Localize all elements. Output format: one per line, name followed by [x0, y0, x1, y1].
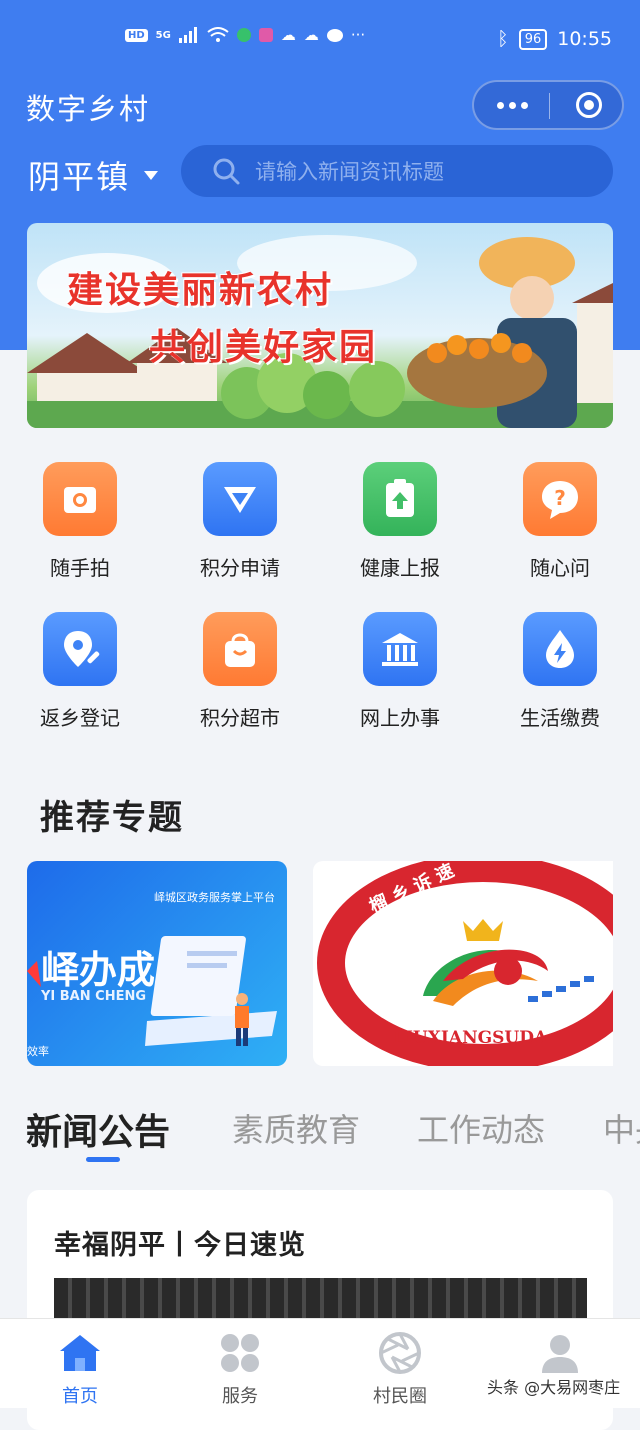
topic-subtitle: 峄城区政务服务掌上平台: [154, 891, 275, 904]
nav-label: 首页: [62, 1386, 98, 1407]
status-bar: HD 5G ☁ ☁ ··· ᛒ 96 10:55: [0, 0, 640, 80]
banner-slogan-1: 建设美丽新农村: [67, 269, 334, 311]
nav-home[interactable]: 首页: [0, 1331, 160, 1408]
question-bubble-icon: ?: [523, 462, 597, 536]
mini-program-capsule: [472, 80, 624, 130]
section-title: 推荐专题: [40, 798, 184, 838]
camera-icon: [43, 462, 117, 536]
service-item-snapshot[interactable]: 随手拍: [0, 462, 160, 581]
promo-banner[interactable]: 建设美丽新农村 共创美好家园: [27, 223, 613, 428]
svg-text:?: ?: [554, 486, 566, 510]
news-tabs: 新闻公告 素质教育 工作动态 中央: [26, 1105, 640, 1165]
hd-badge: HD: [125, 28, 148, 42]
aperture-icon: [379, 1332, 421, 1374]
home-icon: [60, 1335, 100, 1371]
cloud-icon: ☁: [280, 26, 296, 44]
chat-bubble-icon: [326, 28, 343, 42]
service-item-label: 积分超市: [200, 706, 280, 730]
service-item-label: 健康上报: [360, 556, 440, 580]
tab-news-announcements[interactable]: 新闻公告: [26, 1103, 170, 1155]
app-notification-icon: [236, 28, 251, 42]
close-target-icon[interactable]: [576, 92, 602, 118]
service-item-label: 返乡登记: [40, 706, 120, 730]
grid-services-icon: [221, 1334, 259, 1372]
more-notifications-icon: ···: [350, 26, 366, 44]
diamond-icon: [203, 462, 277, 536]
service-item-label: 随心问: [530, 556, 590, 580]
more-options-icon[interactable]: [494, 92, 530, 118]
wifi-icon: [207, 27, 229, 42]
bluetooth-icon: ᛒ: [497, 28, 509, 50]
service-item-online-service[interactable]: 网上办事: [320, 612, 480, 731]
service-item-points-mall[interactable]: 积分超市: [160, 612, 320, 731]
topic-english-title: YI BAN CHENG: [41, 989, 147, 1004]
search-bar[interactable]: 请输入新闻资讯标题: [181, 145, 613, 197]
service-item-utility-payment[interactable]: 生活缴费: [480, 612, 640, 731]
app-title: 数字乡村: [26, 92, 151, 126]
town-label: 阴平镇: [28, 158, 131, 196]
service-item-return-register[interactable]: 返乡登记: [0, 612, 160, 731]
cloud-icon: ☁: [303, 26, 319, 44]
shopping-bag-icon: [203, 612, 277, 686]
logo-text-bottom: LIUXIANGSUDA: [393, 1028, 548, 1048]
service-item-label: 生活缴费: [520, 706, 600, 730]
active-tab-indicator: [86, 1157, 120, 1162]
topic-footer-text: 效率: [27, 1045, 49, 1058]
clipboard-upload-icon: [363, 462, 437, 536]
nav-label: 服务: [222, 1386, 258, 1407]
liuxiangsuda-logo: 榴 乡 诉 速 LIUXIANGSUDA: [317, 861, 613, 1066]
service-item-points-apply[interactable]: 积分申请: [160, 462, 320, 581]
location-edit-icon: [43, 612, 117, 686]
news-title: 幸福阴平丨今日速览: [54, 1230, 306, 1261]
service-item-label: 随手拍: [50, 556, 110, 580]
network-badge: 5G: [155, 29, 171, 41]
banner-slogan-2: 共创美好家园: [149, 326, 378, 368]
clock: 10:55: [557, 28, 612, 50]
signal-icon: [178, 27, 197, 43]
service-item-label: 积分申请: [200, 556, 280, 580]
search-placeholder: 请输入新闻资讯标题: [255, 160, 444, 184]
service-item-ask[interactable]: ? 随心问: [480, 462, 640, 581]
tab-central[interactable]: 中央: [603, 1105, 640, 1151]
capsule-divider: [549, 93, 550, 119]
caret-down-icon: [144, 170, 159, 180]
service-item-health-report[interactable]: 健康上报: [320, 462, 480, 581]
nav-services[interactable]: 服务: [160, 1331, 320, 1408]
government-building-icon: [363, 612, 437, 686]
topic-title: 峄办成: [41, 948, 156, 992]
town-selector[interactable]: 阴平镇: [28, 152, 159, 198]
watermark: 头条 @大易网枣庄: [487, 1378, 621, 1397]
topic-card-liuxiangsuda[interactable]: 榴 乡 诉 速 LIUXIANGSUDA: [313, 861, 613, 1066]
tab-work-updates[interactable]: 工作动态: [417, 1105, 545, 1151]
tab-quality-education[interactable]: 素质教育: [232, 1105, 360, 1151]
app-notification-icon: [258, 28, 273, 42]
water-drop-bolt-icon: [523, 612, 597, 686]
nav-label: 村民圈: [373, 1386, 427, 1407]
battery-icon: 96: [518, 28, 548, 50]
topic-card-yibancheng[interactable]: 峄城区政务服务掌上平台 峄办成 YI BAN CHENG 效率: [27, 861, 287, 1066]
nav-villagers-circle[interactable]: 村民圈: [320, 1331, 480, 1408]
search-icon: [213, 158, 240, 185]
person-icon: [542, 1335, 578, 1373]
service-item-label: 网上办事: [360, 706, 440, 730]
